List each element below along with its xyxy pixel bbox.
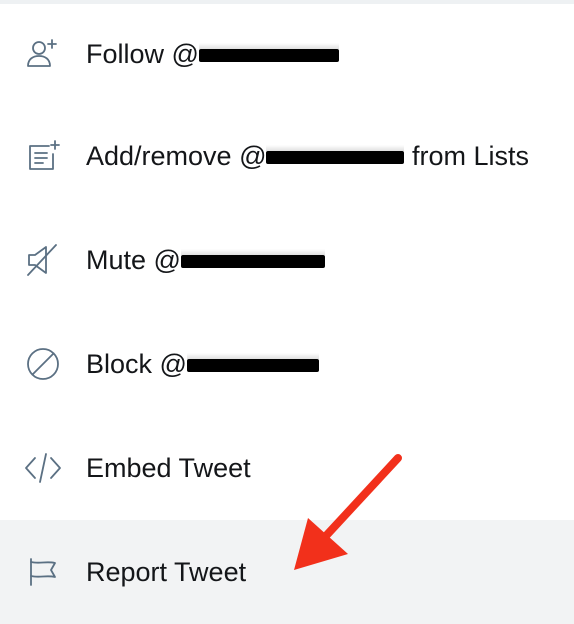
redacted-username (266, 144, 405, 164)
menu-item-report[interactable]: Report Tweet (0, 520, 574, 624)
report-label: Report Tweet (86, 556, 247, 587)
follow-label-prefix: Follow @ (86, 38, 199, 69)
menu-item-block-label: Block @ (86, 349, 319, 380)
menu-item-embed-label: Embed Tweet (86, 453, 251, 484)
menu-item-lists[interactable]: Add/remove @ from Lists (0, 104, 574, 208)
add-user-icon (24, 35, 62, 73)
menu-item-report-label: Report Tweet (86, 557, 246, 588)
lists-label-suffix: from Lists (404, 140, 530, 171)
menu-item-follow-label: Follow @ (86, 39, 339, 70)
redacted-username (186, 352, 319, 372)
menu-item-follow[interactable]: Follow @ (0, 4, 574, 104)
code-icon (24, 449, 62, 487)
flag-icon (24, 553, 62, 591)
add-to-list-icon (24, 137, 62, 175)
redacted-username (198, 42, 339, 62)
redacted-username (180, 248, 325, 268)
menu-item-lists-label: Add/remove @ from Lists (86, 141, 529, 172)
lists-label-prefix: Add/remove @ (86, 140, 267, 171)
mute-label-prefix: Mute @ (86, 244, 181, 275)
block-label-prefix: Block @ (86, 348, 187, 379)
tweet-more-menu: Follow @ Add/remove @ from Lists Mute @ … (0, 4, 574, 624)
menu-item-block[interactable]: Block @ (0, 312, 574, 416)
menu-item-embed[interactable]: Embed Tweet (0, 416, 574, 520)
menu-item-mute-label: Mute @ (86, 245, 325, 276)
mute-icon (24, 241, 62, 279)
menu-item-mute[interactable]: Mute @ (0, 208, 574, 312)
block-icon (24, 345, 62, 383)
embed-label: Embed Tweet (86, 452, 251, 483)
